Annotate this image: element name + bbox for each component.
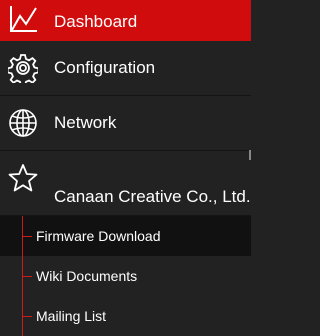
star-icon [8,163,38,193]
menu-item-canaan[interactable]: Canaan Creative Co., Ltd. [0,151,251,216]
tree-branch [22,236,32,237]
menu-item-label: Network [54,113,117,132]
menu-item-dashboard[interactable]: Dashboard [0,0,251,41]
scrollbar-marker[interactable] [249,150,251,160]
menu-item-label: Configuration [54,58,156,77]
tree-branch [22,276,32,277]
submenu-item-mailing-list[interactable]: Mailing List [0,296,251,336]
submenu-item-label: Firmware Download [36,228,161,244]
tree-branch [22,316,32,317]
submenu-item-label: Wiki Documents [36,268,138,284]
menu-item-label: Canaan Creative Co., Ltd. [54,187,251,206]
menu-item-label: Dashboard [54,12,138,31]
menu-item-configuration[interactable]: Configuration [0,41,251,96]
submenu-item-wiki-documents[interactable]: Wiki Documents [0,256,251,296]
gear-icon [8,53,38,83]
chart-line-icon [8,4,38,34]
sidebar-menu: Dashboard Configuration Network Canaan C… [0,0,251,336]
submenu-item-label: Mailing List [36,308,107,324]
globe-icon [8,108,38,138]
menu-item-network[interactable]: Network [0,96,251,151]
submenu-item-firmware-download[interactable]: Firmware Download [0,216,251,256]
